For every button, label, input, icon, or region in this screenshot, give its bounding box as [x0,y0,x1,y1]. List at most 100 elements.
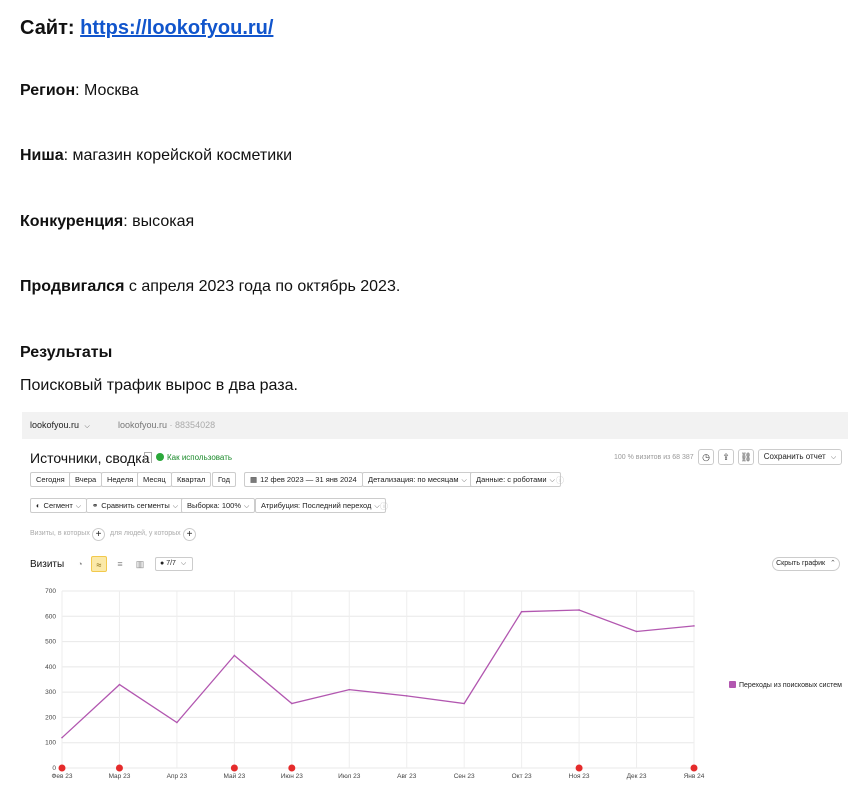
period-month-button[interactable]: Месяц [137,472,172,487]
attribution-dropdown[interactable]: Атрибуция: Последний переход ⌵ [255,498,386,513]
site-selector-label: lookofyou.ru [30,420,80,430]
data-point [405,695,408,697]
data-point [233,654,236,657]
visits-note: 100 % визитов из 68 387 [614,454,694,461]
chevron-down-icon: ⌵ [180,560,187,567]
y-tick-label: 100 [45,740,56,747]
pie-icon[interactable]: ◔ [72,556,88,572]
site-line: Сайт: https://lookofyou.ru/ [20,17,273,40]
legend-series-name: Переходы из поисковых систем [739,682,842,689]
x-tick-label: Фев 23 [51,773,72,780]
info-icon[interactable]: ⓘ [380,501,388,512]
annotation-marker-icon [288,764,296,772]
chevron-down-icon: ⌵ [75,503,82,510]
niche-label: Ниша [20,147,64,164]
line-icon[interactable]: ≈ [91,556,107,572]
bar-icon[interactable]: ▥ [132,556,148,572]
competition-value: : высокая [123,213,195,230]
detail-dropdown[interactable]: Детализация: по месяцам ⌵ [362,472,473,487]
area-icon[interactable]: ≡ [112,556,128,572]
niche-line: Ниша: магазин корейской косметики [20,147,292,165]
link-icon[interactable]: ⛓ [738,449,754,465]
site-label: Сайт: [20,17,75,39]
data-point [61,736,63,739]
site-link[interactable]: https://lookofyou.ru/ [80,17,273,39]
y-tick-label: 600 [45,613,56,620]
period-year-button[interactable]: Год [212,472,236,487]
x-tick-label: Авг 23 [397,773,417,780]
info-icon[interactable]: ⓘ [556,475,564,486]
save-report-label: Сохранить отчет [763,452,826,461]
howto-link[interactable]: Как использовать [156,453,232,462]
x-tick-label: Июн 23 [281,773,304,780]
chevron-down-icon: ⌵ [374,503,380,510]
data-point [463,702,465,705]
add-people-filter-button[interactable]: + [183,528,196,541]
bookmark-icon[interactable] [144,452,152,463]
x-tick-label: Дек 23 [627,773,647,780]
counter-name: lookofyou.ru [118,420,168,430]
add-visit-filter-button[interactable]: + [92,528,105,541]
legend-checkbox[interactable] [729,681,736,688]
clock-icon[interactable]: ◷ [698,449,714,465]
annotation-marker-icon [115,764,123,772]
segment-icon: ◐ [36,501,41,510]
chevron-down-icon: ⌵ [549,477,555,484]
period-today-button[interactable]: Сегодня [30,472,71,487]
y-tick-label: 700 [45,588,56,595]
data-filter-dropdown[interactable]: Данные: с роботами ⌵ [470,472,561,487]
people-filter-hint: для людей, у которых [110,530,181,537]
data-point [176,721,178,724]
y-tick-label: 400 [45,664,56,671]
date-range-label: 12 фев 2023 — 31 янв 2024 [260,475,357,484]
x-tick-label: Июл 23 [338,773,361,780]
annotation-marker-icon [690,764,698,772]
info-dot-icon [156,453,164,461]
results-heading: Результаты [20,344,112,362]
promotion-line: Продвигался с апреля 2023 года по октябр… [20,278,400,296]
export-icon[interactable]: ⇪ [718,449,734,465]
chevron-down-icon: ⌵ [461,477,467,484]
period-yesterday-button[interactable]: Вчера [69,472,103,487]
data-point [635,630,638,633]
series-line [61,609,695,739]
period-quarter-button[interactable]: Квартал [171,472,212,487]
counter-id: · 88354028 [169,420,216,430]
competition-label: Конкуренция [20,213,124,230]
counter-info: lookofyou.ru · 88354028 [118,420,215,430]
site-selector[interactable]: lookofyou.ru ⌵ [30,420,90,431]
howto-label: Как использовать [167,453,233,462]
visits-filter-hint: Визиты, в которых [30,530,90,537]
period-week-button[interactable]: Неделя [101,472,140,487]
report-title: Источники, сводка [30,450,150,466]
chart-legend[interactable]: Переходы из поисковых систем [729,681,842,689]
chart-metric-label: Визиты [30,559,65,570]
x-tick-label: Сен 23 [454,773,475,780]
y-tick-label: 500 [45,639,56,646]
compare-segments-dropdown[interactable]: ⚭ Сравнить сегменты ⌵ [86,498,185,513]
metrics-dropdown[interactable]: ● 7/7 ⌵ [155,557,193,571]
sample-dropdown[interactable]: Выборка: 100% ⌵ [181,498,256,513]
data-point [520,610,523,613]
date-range-button[interactable]: ▦ 12 фев 2023 — 31 янв 2024 [244,472,363,487]
hide-chart-button[interactable]: Скрыть график ⌃ [772,557,840,571]
y-tick-label: 0 [52,765,56,772]
save-report-button[interactable]: Сохранить отчет ⌵ [758,449,842,465]
hide-chart-label: Скрыть график [776,560,826,567]
calendar-icon: ▦ [250,475,258,484]
chevron-down-icon: ⌵ [84,423,90,430]
niche-value: : магазин корейской косметики [63,147,293,164]
x-tick-label: Ноя 23 [569,773,590,780]
data-point [118,683,121,686]
chevron-down-icon: ⌵ [830,454,837,461]
data-point [578,609,580,611]
data-point [291,702,293,705]
metrics-count: 7/7 [166,560,176,567]
segment-dropdown[interactable]: ◐ Сегмент ⌵ [30,498,88,513]
results-heading-text: Результаты [20,344,113,361]
data-point [348,688,351,691]
region-line: Регион: Москва [20,82,139,100]
chevron-down-icon: ⌵ [172,503,179,510]
y-tick-label: 300 [45,689,56,696]
annotation-marker-icon [58,764,66,772]
